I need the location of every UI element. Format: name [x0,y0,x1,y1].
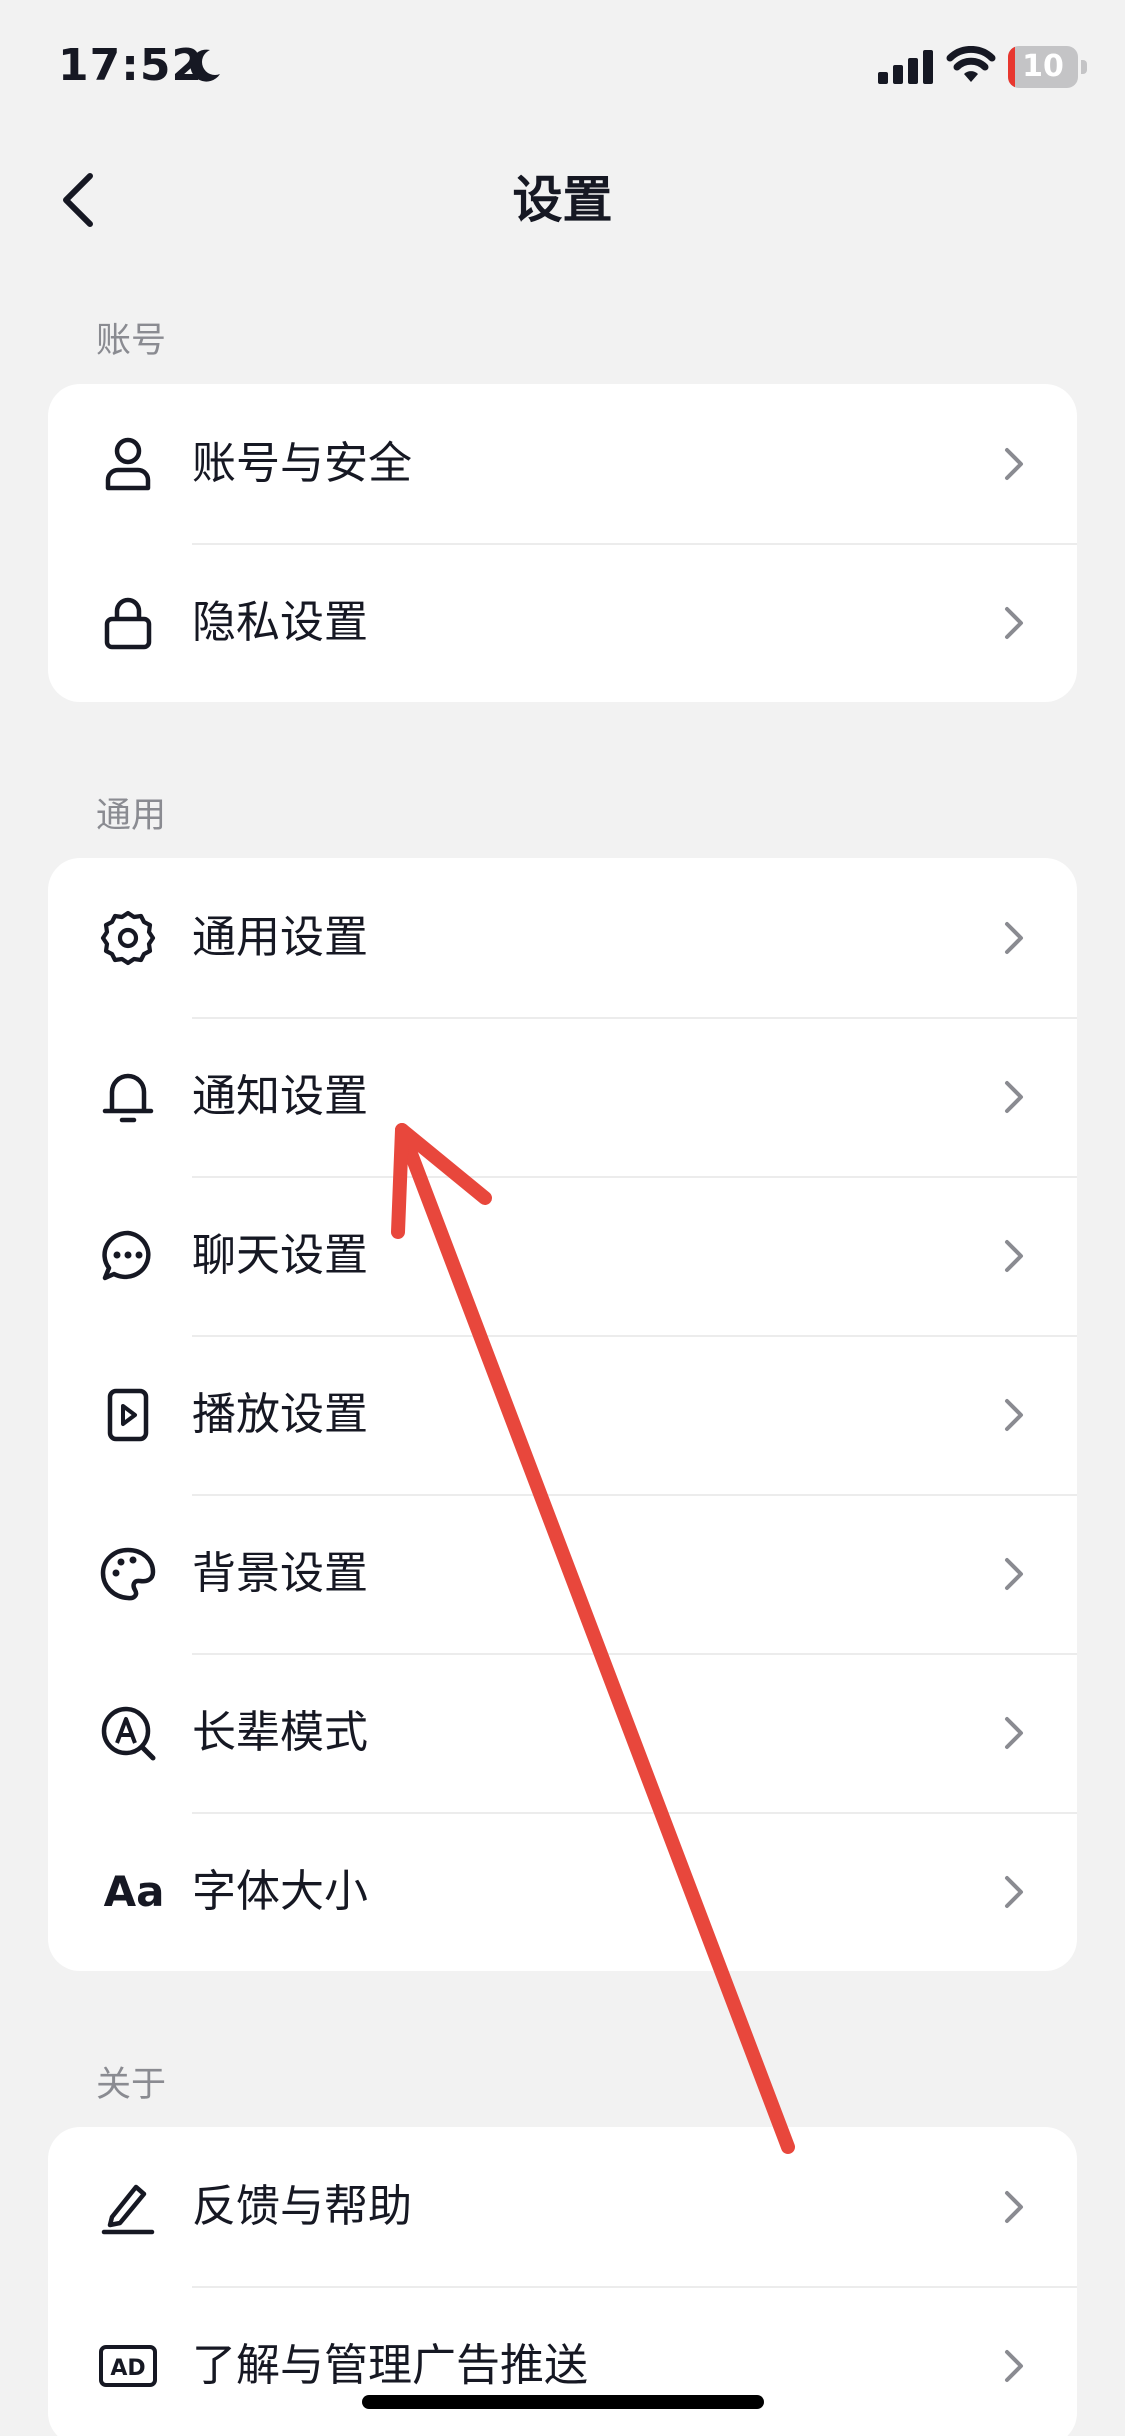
settings-screen: 17:52 10 设置 账号 账号与安全 隐私设置 通用 通用设置 通知设置 聊… [0,0,1125,2436]
row-label: 通用设置 [192,912,368,963]
settings-row-notification[interactable]: 通知设置 [48,1017,1077,1176]
moon-icon [190,49,220,82]
chevron-right-icon [1005,1875,1023,1908]
status-time: 17:52 [58,40,204,91]
page-title: 设置 [512,171,613,229]
chevron-right-icon [1005,2349,1023,2382]
chevron-right-icon [1005,1557,1023,1590]
account-card: 账号与安全 隐私设置 [48,384,1077,702]
settings-row-privacy[interactable]: 隐私设置 [48,543,1077,702]
font-size-icon-text: Aa [103,1867,165,1916]
chevron-right-icon [1005,606,1023,639]
ad-icon: AD [96,2336,160,2396]
bell-icon [98,1067,158,1127]
elder-mode-icon [98,1703,158,1763]
settings-row-feedback[interactable]: 反馈与帮助 [48,2127,1077,2286]
row-label: 隐私设置 [192,597,368,648]
home-indicator [362,2395,764,2409]
status-bar: 17:52 10 [0,0,1125,140]
settings-row-account-security[interactable]: 账号与安全 [48,384,1077,543]
row-label: 字体大小 [192,1866,368,1917]
chevron-right-icon [1005,1398,1023,1431]
settings-row-elder-mode[interactable]: 长辈模式 [48,1653,1077,1812]
font-size-icon: Aa [94,1862,174,1922]
lock-icon [98,593,158,653]
chevron-right-icon [1005,447,1023,480]
wifi-icon [946,46,996,82]
battery-body: 10 [1008,46,1078,88]
settings-row-ad-management[interactable]: AD 了解与管理广告推送 [48,2286,1077,2436]
row-label: 聊天设置 [192,1230,368,1281]
settings-row-background[interactable]: 背景设置 [48,1494,1077,1653]
row-label: 播放设置 [192,1389,368,1440]
chevron-right-icon [1005,1080,1023,1113]
chevron-right-icon [1005,921,1023,954]
row-label: 账号与安全 [192,438,412,489]
settings-row-chat[interactable]: 聊天设置 [48,1176,1077,1335]
cellular-signal-icon [878,50,933,84]
row-label: 通知设置 [192,1071,368,1122]
settings-row-general[interactable]: 通用设置 [48,858,1077,1017]
about-card: 反馈与帮助 AD 了解与管理广告推送 [48,2127,1077,2436]
battery-level-text: 10 [1022,49,1064,84]
chat-bubble-icon [98,1226,158,1286]
chevron-right-icon [1005,1239,1023,1272]
chevron-right-icon [1005,1716,1023,1749]
nav-bar: 设置 [0,150,1125,250]
section-header-general: 通用 [96,796,167,836]
general-card: 通用设置 通知设置 聊天设置 播放设置 背景设置 长辈模式 Aa 字体大小 [48,858,1077,1971]
row-label: 背景设置 [192,1548,368,1599]
row-label: 长辈模式 [192,1707,368,1758]
section-header-account: 账号 [96,321,167,361]
pencil-icon [98,2177,158,2237]
ad-icon-text: AD [110,2356,145,2381]
battery-cap [1081,60,1087,74]
section-header-about: 关于 [96,2065,167,2105]
play-icon [98,1385,158,1445]
user-icon [98,434,158,494]
palette-icon [98,1544,158,1604]
settings-row-font-size[interactable]: Aa 字体大小 [48,1812,1077,1971]
battery-indicator: 10 [1008,46,1088,88]
row-label: 了解与管理广告推送 [192,2340,588,2391]
chevron-right-icon [1005,2190,1023,2223]
row-label: 反馈与帮助 [192,2181,412,2232]
gear-icon [98,908,158,968]
settings-row-playback[interactable]: 播放设置 [48,1335,1077,1494]
